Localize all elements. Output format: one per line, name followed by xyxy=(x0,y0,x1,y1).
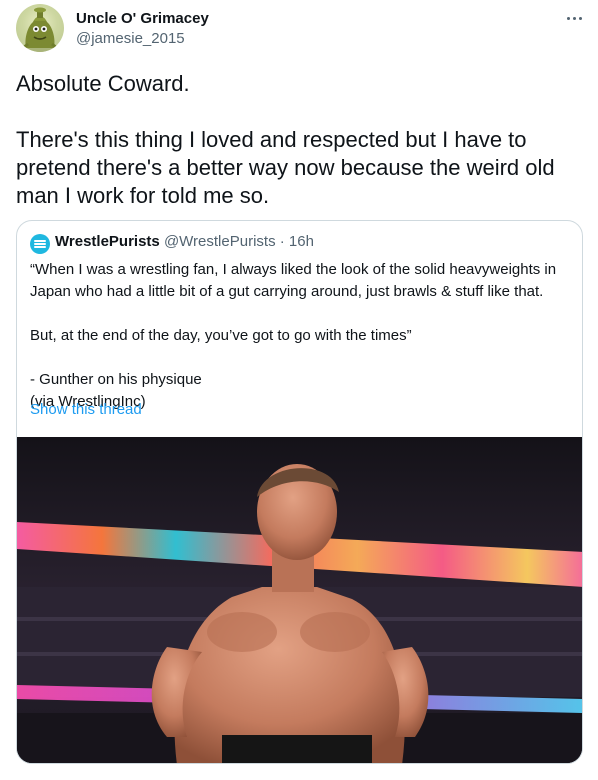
quote-author-avatar[interactable] xyxy=(30,234,50,254)
grimace-avatar-icon xyxy=(18,7,62,52)
wrestlepurists-logo-icon xyxy=(34,240,46,248)
quote-line: But, at the end of the day, you’ve got t… xyxy=(30,327,412,344)
wrestler-arena-photo-icon xyxy=(17,437,582,763)
ellipsis-icon xyxy=(578,16,582,20)
quote-media-image[interactable] xyxy=(17,437,582,763)
ellipsis-icon xyxy=(566,16,570,20)
ellipsis-icon xyxy=(572,16,576,20)
tweet: Uncle O' Grimacey @jamesie_2015 Absolute… xyxy=(0,0,598,780)
tweet-paragraph: Absolute Coward. xyxy=(16,71,190,96)
author-handle[interactable]: @jamesie_2015 xyxy=(76,30,185,47)
author-display-name[interactable]: Uncle O' Grimacey xyxy=(76,10,209,27)
quote-header: WrestlePurists @WrestlePurists · 16h xyxy=(55,233,314,250)
author-avatar[interactable] xyxy=(16,4,64,52)
quote-author-name[interactable]: WrestlePurists xyxy=(55,233,160,250)
show-thread-link[interactable]: Show this thread xyxy=(30,401,142,418)
quoted-tweet[interactable]: WrestlePurists @WrestlePurists · 16h “Wh… xyxy=(16,220,583,764)
quote-author-handle[interactable]: @WrestlePurists xyxy=(164,233,276,250)
more-options-button[interactable] xyxy=(560,8,588,28)
quote-timestamp[interactable]: 16h xyxy=(289,233,314,250)
tweet-text: Absolute Coward. There's this thing I lo… xyxy=(16,70,586,210)
quote-line: “When I was a wrestling fan, I always li… xyxy=(30,261,557,300)
tweet-paragraph: There's this thing I loved and respected… xyxy=(16,127,555,208)
quote-separator: · xyxy=(279,233,285,250)
quote-line: - Gunther on his physique xyxy=(30,371,202,388)
quote-text: “When I was a wrestling fan, I always li… xyxy=(30,259,570,413)
